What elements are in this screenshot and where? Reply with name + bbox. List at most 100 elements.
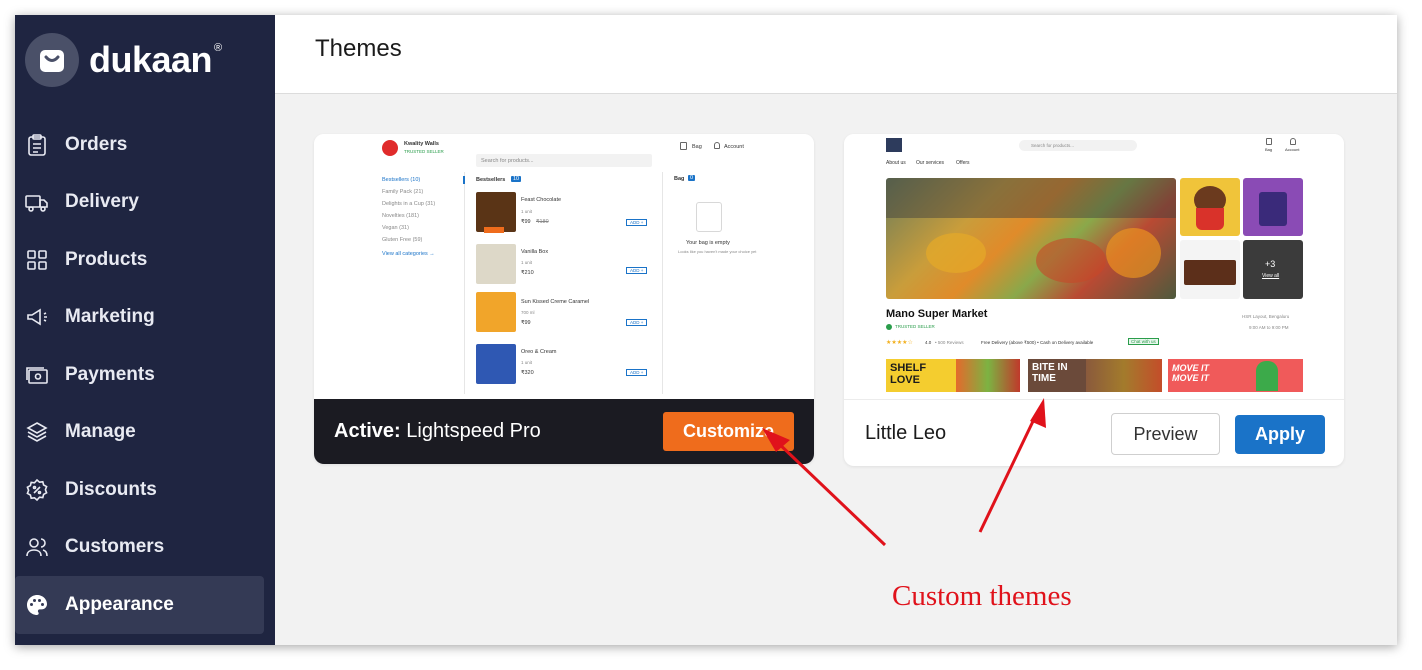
product-unit: 1 unit <box>521 260 533 265</box>
preview-button[interactable]: Preview <box>1111 413 1220 455</box>
sidebar-item-label: Marketing <box>65 306 155 328</box>
sidebar-item-label: Orders <box>65 133 128 155</box>
preview-nav-item: Offers <box>956 160 970 166</box>
sidebar-item-customers[interactable]: Customers <box>15 519 275 577</box>
product-price: ₹99 <box>521 320 531 326</box>
thumb-product <box>1180 240 1240 299</box>
preview-section-count: 10 <box>511 176 522 182</box>
preview-bag-label: Bag <box>692 144 702 150</box>
preview-category: Delights in a Cup (31) <box>382 201 436 207</box>
clipboard-icon <box>28 133 46 156</box>
account-icon <box>1290 138 1296 145</box>
page-title: Themes <box>315 35 402 62</box>
preview-nav-item: About us <box>886 160 906 166</box>
theme-card-little-leo: Search for products... Bag Account About… <box>844 134 1344 466</box>
product-price: ₹99 <box>521 219 531 225</box>
preview-reviews: • 500 Reviews <box>935 340 964 345</box>
logo-registered-mark: ® <box>214 42 223 54</box>
theme-preview-thumbnail[interactable]: Search for products... Bag Account About… <box>844 134 1344 399</box>
product-name: Feast Chocolate <box>521 197 562 203</box>
store-logo-icon <box>382 140 398 156</box>
sidebar-item-marketing[interactable]: Marketing <box>15 289 275 347</box>
sidebar-item-appearance[interactable]: Appearance <box>15 576 264 634</box>
preview-location: HSR Layout, Bengaluru <box>1242 314 1290 319</box>
preview-delivery-info: Free Delivery (above ₹500) • Cash on Del… <box>981 340 1094 345</box>
sidebar-item-payments[interactable]: Payments <box>15 346 275 404</box>
preview-hours: 9:00 AM to 9:00 PM <box>1249 325 1289 330</box>
divider <box>662 172 663 394</box>
discount-icon <box>26 478 48 501</box>
theme-preview-thumbnail[interactable]: Kwality Walls TRUSTED SELLER Search for … <box>314 134 814 399</box>
product-name: Oreo & Cream <box>521 349 557 355</box>
preview-chat-button: Chat with us <box>1128 338 1159 345</box>
sidebar-item-manage[interactable]: Manage <box>15 404 275 462</box>
main-content: Themes Kwality Walls TRUSTED SELLER Sear… <box>275 15 1397 645</box>
preview-category: Bestsellers (10) <box>382 177 421 183</box>
sidebar-item-discounts[interactable]: Discounts <box>15 461 275 519</box>
thumb-icecream-cup <box>1180 178 1240 236</box>
sidebar-item-delivery[interactable]: Delivery <box>15 174 275 232</box>
product-unit: 1 unit <box>521 209 533 214</box>
banner-text: MOVE IT MOVE IT <box>1172 363 1210 383</box>
palette-icon <box>27 594 47 615</box>
product-unit: 700 ml <box>521 310 535 315</box>
more-count: +3 <box>1265 259 1276 269</box>
preview-bag-count: 0 <box>688 175 696 181</box>
view-all-link: View all <box>1262 273 1280 279</box>
megaphone-icon <box>27 308 47 326</box>
preview-store-name: Kwality Walls <box>404 141 439 147</box>
store-logo-icon <box>886 138 902 152</box>
customize-button[interactable]: Customize <box>663 412 794 451</box>
preview-search-placeholder: Search for products... <box>1031 143 1075 148</box>
preview-view-all-link: View all categories → <box>382 251 435 257</box>
page-header: Themes <box>275 15 1397 94</box>
active-theme-bar: Active: Lightspeed Pro Customize <box>314 399 814 464</box>
preview-category: Family Pack (21) <box>382 189 424 195</box>
apply-button[interactable]: Apply <box>1235 415 1325 454</box>
add-button: ADD + <box>626 219 648 226</box>
preview-bag-title: Bag <box>674 176 685 182</box>
preview-section-title: Bestsellers <box>476 177 506 183</box>
check-icon <box>886 324 892 330</box>
preview-trusted-badge: TRUSTED SELLER <box>404 149 444 154</box>
sidebar: dukaan ® Orders Delivery Products Market… <box>15 15 275 645</box>
logo-bag-icon <box>25 33 79 87</box>
active-prefix: Active: <box>334 420 401 442</box>
banner-text: BITE IN TIME <box>1032 362 1068 384</box>
preview-category: Vegan (31) <box>382 225 409 231</box>
preview-bag-empty-sub: Looks like you haven't made your choice … <box>678 249 757 254</box>
sidebar-item-label: Discounts <box>65 478 157 500</box>
preview-category: Novelties (181) <box>382 213 419 219</box>
preview-search-placeholder: Search for products... <box>481 158 534 164</box>
sidebar-item-label: Appearance <box>65 593 174 615</box>
banner-bite-in-time: BITE IN TIME <box>1028 359 1162 392</box>
active-category-indicator <box>463 176 465 184</box>
banner-text: SHELF LOVE <box>890 362 927 386</box>
bag-icon <box>1266 138 1272 145</box>
sidebar-item-label: Manage <box>65 421 136 443</box>
sidebar-item-products[interactable]: Products <box>15 231 275 289</box>
product-image-feast <box>476 192 516 232</box>
account-icon <box>714 142 720 149</box>
theme-card-lightspeed-pro: Kwality Walls TRUSTED SELLER Search for … <box>314 134 814 464</box>
theme-actions-bar: Little Leo Preview Apply <box>844 399 1344 466</box>
preview-nav-item: Our services <box>916 160 945 166</box>
thumb-icecream-tub <box>1243 178 1303 236</box>
hero-market-image <box>886 178 1176 299</box>
preview-account-label: Account <box>724 144 744 150</box>
theme-name: Lightspeed Pro <box>400 420 541 442</box>
product-old-price: ₹180 <box>536 219 549 225</box>
sidebar-item-label: Customers <box>65 536 165 558</box>
logo-text: dukaan <box>89 39 213 80</box>
product-unit: 1 unit <box>521 360 533 365</box>
sidebar-item-label: Payments <box>65 363 155 385</box>
thumb-more-overlay <box>1243 240 1303 299</box>
logo[interactable]: dukaan ® <box>25 33 222 87</box>
grid-icon <box>27 249 47 270</box>
add-button: ADD + <box>626 319 648 326</box>
star-rating-icon: ★★★★☆ <box>886 340 913 346</box>
product-image-caramel <box>476 292 516 332</box>
sidebar-item-orders[interactable]: Orders <box>15 116 275 174</box>
product-image-vanilla <box>476 244 516 284</box>
preview-category: Gluten Free (59) <box>382 237 423 243</box>
